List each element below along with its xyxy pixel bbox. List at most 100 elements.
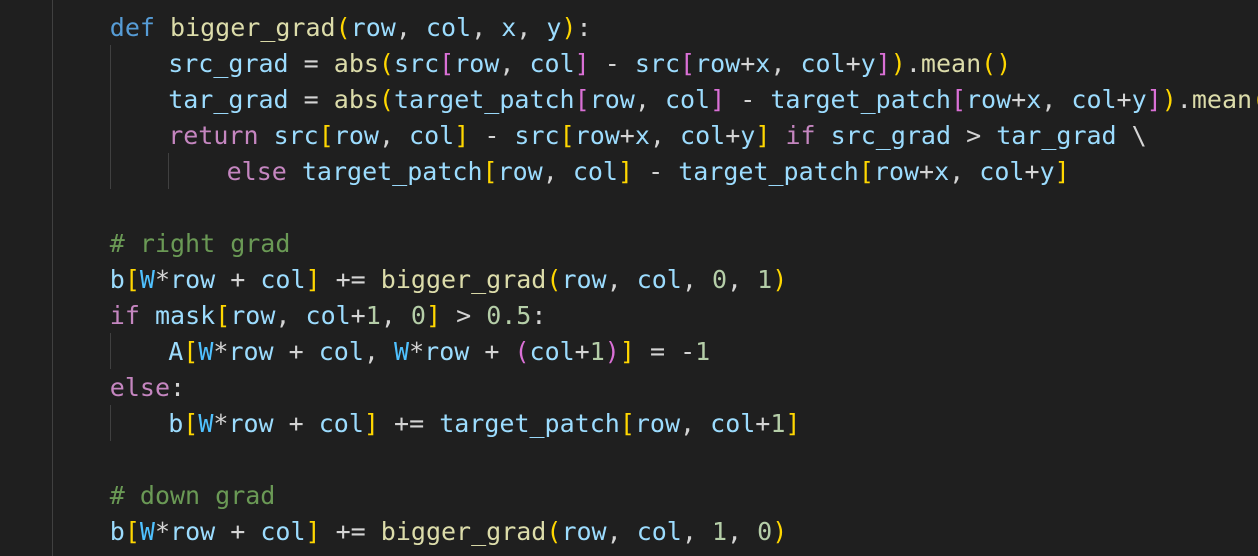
operator-token: : bbox=[576, 13, 592, 42]
identifier-token: col bbox=[680, 121, 726, 150]
operator-token: - bbox=[589, 49, 635, 78]
identifier-token: col bbox=[664, 85, 711, 114]
bracket-token: [ bbox=[950, 85, 966, 114]
identifier-token: col bbox=[979, 157, 1025, 186]
identifier-token: y bbox=[740, 121, 756, 150]
function-name-token: bigger_grad bbox=[380, 517, 547, 546]
bracket-token: ] bbox=[1054, 157, 1070, 186]
number-token: 0 bbox=[410, 301, 426, 330]
bracket-token: ] bbox=[1146, 85, 1162, 114]
operator-token: - bbox=[725, 85, 771, 114]
code-line[interactable]: b[W*row + col] += target_patch[row, col+… bbox=[168, 406, 800, 442]
code-line[interactable]: A[W*row + col, W*row + (col+1)] = -1 bbox=[168, 334, 710, 370]
identifier-token: col bbox=[305, 301, 351, 330]
code-editor[interactable]: def bigger_grad(row, col, x, y): src_grad… bbox=[0, 0, 1258, 556]
code-line[interactable]: tar_grad = abs(target_patch[row, col] - … bbox=[168, 82, 1258, 118]
identifier-token: tar_grad bbox=[996, 121, 1117, 150]
bracket-token: ) bbox=[772, 265, 788, 294]
bracket-token: ) bbox=[890, 49, 906, 78]
identifier-token: row bbox=[589, 85, 635, 114]
identifier-token: target_patch bbox=[678, 157, 859, 186]
operator-token: : bbox=[170, 373, 186, 402]
bracket-token: ) bbox=[1161, 85, 1177, 114]
indent-guide bbox=[110, 333, 111, 369]
bracket-token: ] bbox=[454, 121, 470, 150]
bracket-token: ) bbox=[772, 517, 788, 546]
identifier-token: src bbox=[634, 49, 680, 78]
operator-token: , bbox=[681, 517, 712, 546]
operator-token: , bbox=[542, 157, 573, 186]
code-line[interactable]: if mask[row, col+1, 0] > 0.5: bbox=[110, 298, 547, 334]
identifier-token: col bbox=[529, 337, 575, 366]
bracket-token: [ bbox=[318, 121, 334, 150]
code-line[interactable]: b[W*row + col] += bigger_grad(row, col, … bbox=[110, 514, 787, 550]
identifier-token: col bbox=[710, 409, 756, 438]
operator-token: + bbox=[1116, 85, 1132, 114]
constant-token: W bbox=[139, 265, 155, 294]
operator-token: \ bbox=[1116, 121, 1147, 150]
operator-token: + bbox=[1024, 157, 1040, 186]
bracket-token: ] bbox=[425, 301, 442, 330]
identifier-token: b bbox=[109, 265, 125, 294]
identifier-token: target_patch bbox=[439, 409, 620, 438]
keyword-token: else bbox=[226, 157, 287, 186]
identifier-token: target_patch bbox=[770, 85, 951, 114]
code-line[interactable]: # down grad bbox=[110, 478, 276, 514]
operator-token: = bbox=[288, 85, 334, 114]
identifier-token: row bbox=[350, 13, 396, 42]
keyword-token: if bbox=[785, 121, 816, 150]
function-name-token: abs bbox=[333, 85, 379, 114]
identifier-token: row bbox=[228, 337, 274, 366]
operator-token: - bbox=[633, 157, 679, 186]
bracket-token: ( bbox=[378, 85, 394, 114]
identifier-token: col bbox=[318, 409, 364, 438]
operator-token: , bbox=[380, 301, 411, 330]
bracket-token: ] bbox=[574, 49, 590, 78]
code-line[interactable]: src_grad = abs(src[row, col] - src[row+x… bbox=[168, 46, 1011, 82]
identifier-token: y bbox=[1131, 85, 1147, 114]
indent-guide bbox=[52, 0, 53, 556]
bracket-token: [ bbox=[439, 49, 455, 78]
function-name-token: mean bbox=[1191, 85, 1253, 114]
bracket-token: [ bbox=[124, 517, 140, 546]
operator-token: , bbox=[499, 49, 530, 78]
identifier-token: x bbox=[634, 121, 650, 150]
operator-token: = bbox=[288, 49, 334, 78]
bracket-token: [ bbox=[482, 157, 498, 186]
operator-token: += bbox=[320, 265, 381, 294]
operator-token: + bbox=[1011, 85, 1027, 114]
operator-token: . bbox=[905, 49, 921, 78]
operator-token: > bbox=[441, 301, 487, 330]
code-line[interactable]: def bigger_grad(row, col, x, y): bbox=[110, 10, 592, 46]
operator-token bbox=[155, 13, 170, 42]
code-line[interactable]: else: bbox=[110, 370, 185, 406]
operator-token bbox=[259, 121, 274, 150]
identifier-token: col bbox=[1071, 85, 1117, 114]
code-line[interactable]: return src[row, col] - src[row+x, col+y]… bbox=[168, 118, 1147, 154]
code-line[interactable]: # right grad bbox=[110, 226, 291, 262]
bracket-token: [ bbox=[124, 265, 140, 294]
bracket-token: ] bbox=[305, 517, 321, 546]
operator-token: * bbox=[213, 409, 229, 438]
operator-token: , bbox=[949, 157, 980, 186]
constant-token: W bbox=[198, 337, 214, 366]
code-line[interactable]: b[W*row + col] += bigger_grad(row, col, … bbox=[110, 262, 787, 298]
bracket-token: ] bbox=[875, 49, 891, 78]
bracket-token: ( bbox=[546, 265, 562, 294]
identifier-token: y bbox=[1039, 157, 1055, 186]
operator-token: + bbox=[919, 157, 935, 186]
bracket-token: ) bbox=[561, 13, 577, 42]
identifier-token: y bbox=[860, 49, 876, 78]
identifier-token: x bbox=[1026, 85, 1042, 114]
code-line[interactable]: else target_patch[row, col] - target_pat… bbox=[227, 154, 1070, 190]
constant-token: W bbox=[394, 337, 410, 366]
operator-token: . bbox=[1176, 85, 1192, 114]
number-token: 1 bbox=[757, 265, 773, 294]
bracket-token: [ bbox=[183, 409, 199, 438]
identifier-token: row bbox=[574, 121, 620, 150]
function-name-token: mean bbox=[920, 49, 982, 78]
operator-token bbox=[140, 301, 155, 330]
bracket-token: ( bbox=[335, 13, 351, 42]
identifier-token: col bbox=[318, 337, 364, 366]
bracket-token: ( bbox=[378, 49, 394, 78]
